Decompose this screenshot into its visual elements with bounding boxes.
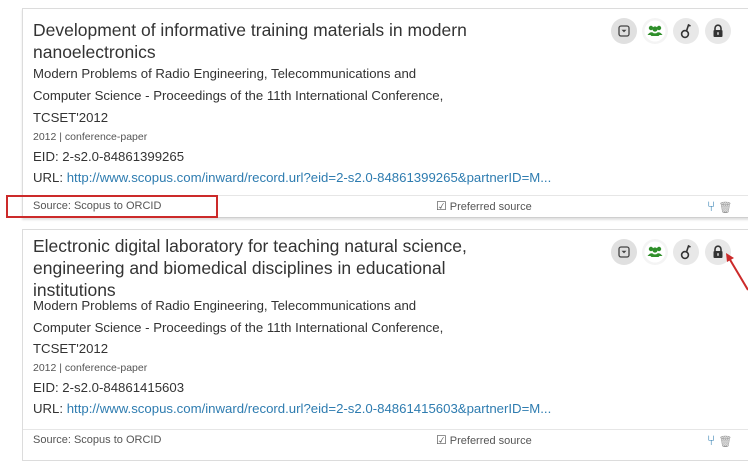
- work-url-row: URL: http://www.scopus.com/inward/record…: [33, 399, 551, 419]
- checkbox-check-icon: ☑: [436, 199, 447, 213]
- trusted-visibility-icon: [680, 244, 691, 260]
- journal-title-line: TCSET'2012: [33, 341, 109, 356]
- visibility-private-button[interactable]: [705, 239, 731, 265]
- source-actions: ⑂ 🗑: [707, 430, 732, 452]
- journal-title-line: Modern Problems of Radio Engineering, Te…: [33, 66, 417, 81]
- work-record-2: Electronic digital laboratory for teachi…: [22, 229, 748, 461]
- work-record-1: Development of informative training mate…: [22, 8, 748, 218]
- branch-icon[interactable]: ⑂: [707, 432, 715, 448]
- source-label: Source: Scopus to ORCID: [33, 434, 162, 446]
- trusted-visibility-icon: [680, 23, 691, 39]
- journal-title-line: Computer Science - Proceedings of the 11…: [33, 320, 444, 335]
- privacy-toolbar: [611, 239, 748, 265]
- preferred-source[interactable]: ☑ Preferred source: [436, 430, 532, 451]
- work-meta: 2012 | conference-paper: [33, 362, 148, 374]
- annotation-highlight-box: [6, 195, 218, 218]
- branch-icon[interactable]: ⑂: [707, 198, 715, 214]
- url-label: URL:: [33, 401, 67, 416]
- expand-toggle-icon: [618, 246, 630, 258]
- everyone-visibility-icon: [644, 20, 666, 42]
- preferred-source-label: Preferred source: [449, 201, 532, 213]
- work-url-row: URL: http://www.scopus.com/inward/record…: [33, 168, 551, 188]
- work-eid: EID: 2-s2.0-84861415603: [33, 380, 185, 395]
- private-lock-icon: [713, 24, 723, 37]
- preferred-source-label: Preferred source: [449, 435, 532, 447]
- journal-title-line: TCSET'2012: [33, 110, 109, 125]
- preferred-source[interactable]: ☑ Preferred source: [436, 196, 532, 217]
- private-lock-icon: [713, 245, 723, 258]
- source-actions: ⑂ 🗑: [707, 196, 732, 218]
- journal-title-line: Computer Science - Proceedings of the 11…: [33, 88, 444, 103]
- work-eid: EID: 2-s2.0-84861399265: [33, 149, 185, 164]
- visibility-everyone-button[interactable]: [642, 239, 668, 265]
- work-meta: 2012 | conference-paper: [33, 131, 148, 143]
- trash-icon[interactable]: 🗑: [718, 436, 732, 448]
- checkbox-check-icon: ☑: [436, 433, 447, 447]
- visibility-everyone-button[interactable]: [642, 18, 668, 44]
- everyone-visibility-icon: [644, 241, 666, 263]
- visibility-trusted-button[interactable]: [673, 18, 699, 44]
- work-title: Electronic digital laboratory for teachi…: [33, 236, 467, 300]
- work-url-link[interactable]: http://www.scopus.com/inward/record.url?…: [67, 170, 552, 185]
- privacy-toolbar: [611, 18, 748, 44]
- trash-icon[interactable]: 🗑: [718, 202, 732, 214]
- work-title: Development of informative training mate…: [33, 20, 467, 62]
- source-footer: Source: Scopus to ORCID ☑ Preferred sourc…: [23, 429, 748, 450]
- work-url-link[interactable]: http://www.scopus.com/inward/record.url?…: [67, 401, 552, 416]
- visibility-private-button[interactable]: [705, 18, 731, 44]
- journal-title-line: Modern Problems of Radio Engineering, Te…: [33, 298, 417, 313]
- expand-toggle-icon: [618, 25, 630, 37]
- url-label: URL:: [33, 170, 67, 185]
- visibility-trusted-button[interactable]: [673, 239, 699, 265]
- expand-toggle-button[interactable]: [611, 239, 637, 265]
- expand-toggle-button[interactable]: [611, 18, 637, 44]
